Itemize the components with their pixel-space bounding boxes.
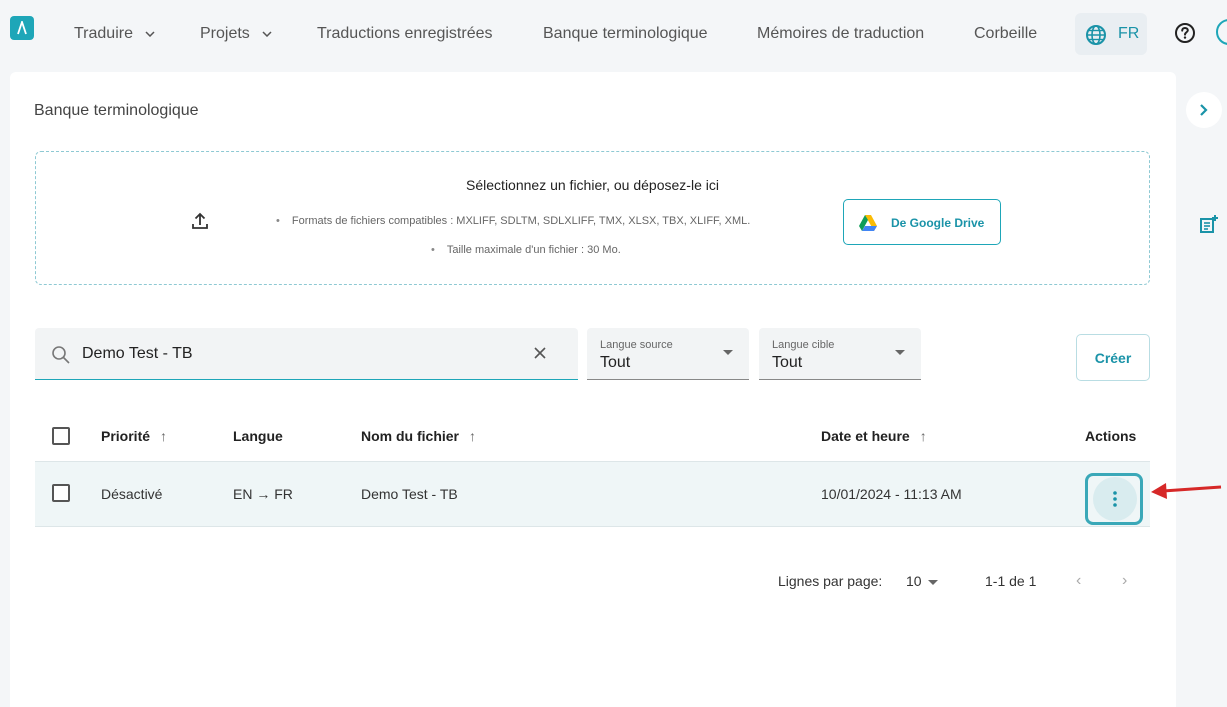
- dropzone-title: Sélectionnez un fichier, ou déposez-le i…: [466, 177, 719, 193]
- target-language-label: Langue cible: [772, 339, 835, 351]
- side-panel-toggle[interactable]: [1186, 92, 1222, 128]
- rows-per-page-label: Lignes par page:: [778, 573, 883, 589]
- table-row[interactable]: Désactivé EN → FR Demo Test - TB 10/01/2…: [35, 461, 1150, 527]
- source-language-value: Tout: [600, 354, 631, 371]
- dropzone-formats: Formats de fichiers compatibles : MXLIFF…: [276, 215, 750, 227]
- source-language-select[interactable]: Langue source Tout: [587, 328, 749, 380]
- nav-item-projets[interactable]: Projets: [200, 24, 272, 44]
- page-title: Banque terminologique: [34, 102, 199, 119]
- column-header-language: Langue: [233, 428, 283, 444]
- pagination-range: 1-1 de 1: [985, 573, 1037, 589]
- language-label: FR: [1118, 25, 1140, 42]
- search-field[interactable]: [35, 328, 578, 380]
- file-dropzone[interactable]: Sélectionnez un fichier, ou déposez-le i…: [35, 151, 1150, 285]
- help-icon: [1175, 23, 1195, 43]
- select-all-checkbox[interactable]: [52, 427, 70, 445]
- nav-item-banque-terminologique[interactable]: Banque terminologique: [543, 24, 708, 44]
- create-button[interactable]: Créer: [1076, 334, 1150, 381]
- language-button[interactable]: FR: [1075, 13, 1147, 55]
- cell-priority: Désactivé: [101, 486, 163, 502]
- search-icon: [52, 346, 70, 364]
- target-language-value: Tout: [772, 354, 803, 371]
- dropzone-max-size: Taille maximale d'un fichier : 30 Mo.: [431, 244, 621, 256]
- help-button[interactable]: [1174, 22, 1196, 49]
- sort-arrow-up-icon: ↑: [919, 428, 927, 444]
- column-header-datetime[interactable]: Date et heure ↑: [821, 428, 927, 444]
- google-drive-label: De Google Drive: [891, 216, 985, 230]
- row-actions-button[interactable]: [1093, 477, 1137, 521]
- avatar[interactable]: [1216, 19, 1227, 45]
- previous-page-icon[interactable]: ‹: [1076, 572, 1081, 590]
- more-vertical-icon: [1113, 491, 1117, 507]
- chevron-down-icon: [262, 31, 272, 37]
- next-page-icon[interactable]: ›: [1122, 572, 1127, 590]
- upload-icon: [192, 212, 208, 229]
- app-logo-icon[interactable]: [10, 16, 34, 40]
- caret-down-icon: [723, 350, 733, 355]
- add-note-icon[interactable]: [1199, 214, 1219, 234]
- nav-item-corbeille[interactable]: Corbeille: [974, 24, 1037, 44]
- google-drive-button[interactable]: De Google Drive: [843, 199, 1001, 245]
- column-header-filename[interactable]: Nom du fichier ↑: [361, 428, 476, 444]
- column-header-priority[interactable]: Priorité ↑: [101, 428, 167, 444]
- sort-arrow-up-icon: ↑: [160, 428, 168, 444]
- chevron-right-icon: [1200, 104, 1208, 116]
- caret-down-icon: [927, 579, 938, 585]
- search-input[interactable]: [82, 342, 522, 366]
- cell-datetime: 10/01/2024 - 11:13 AM: [821, 486, 962, 502]
- caret-down-icon: [895, 350, 905, 355]
- cell-language: EN → FR: [233, 486, 293, 502]
- row-checkbox[interactable]: [52, 484, 70, 502]
- cell-filename: Demo Test - TB: [361, 486, 458, 502]
- chevron-down-icon: [145, 31, 155, 37]
- rows-per-page-select[interactable]: 10: [906, 573, 938, 589]
- nav-item-traduire[interactable]: Traduire: [74, 24, 155, 44]
- main-card: Banque terminologique Sélectionnez un fi…: [10, 72, 1176, 707]
- column-header-actions: Actions: [1085, 428, 1137, 444]
- nav-item-memoires-de-traduction[interactable]: Mémoires de traduction: [757, 24, 924, 44]
- sort-arrow-up-icon: ↑: [469, 428, 477, 444]
- globe-icon: [1086, 25, 1106, 45]
- annotation-arrow: [1151, 483, 1222, 499]
- google-drive-icon: [859, 215, 877, 231]
- target-language-select[interactable]: Langue cible Tout: [759, 328, 921, 380]
- nav-item-traductions-enregistrees[interactable]: Traductions enregistrées: [317, 24, 493, 44]
- source-language-label: Langue source: [600, 339, 673, 351]
- top-nav-bar: Traduire Projets Traductions enregistrée…: [0, 0, 1227, 68]
- clear-search-icon[interactable]: [533, 346, 547, 360]
